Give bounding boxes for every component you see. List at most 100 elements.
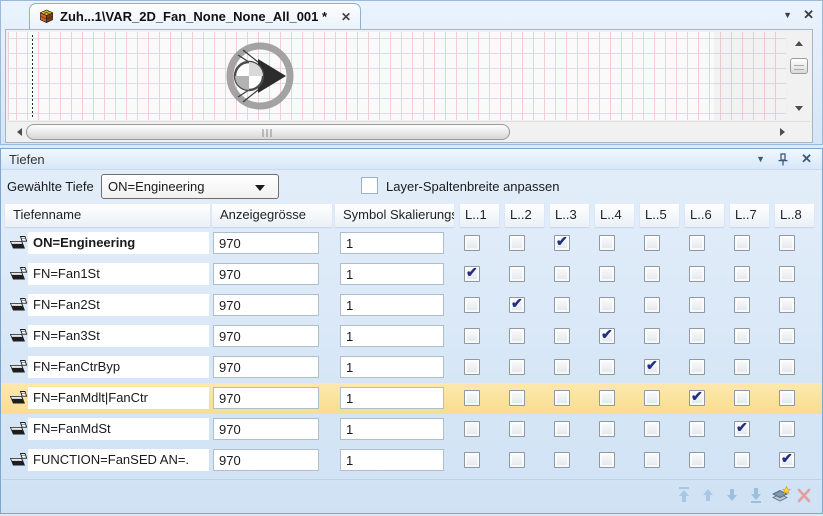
scroll-left-icon[interactable]	[17, 128, 22, 136]
depth-name-field[interactable]: FN=Fan1St	[28, 263, 209, 285]
display-size-input[interactable]: 970	[213, 294, 319, 316]
display-size-input[interactable]: 970	[213, 263, 319, 285]
layer-checkbox-L8[interactable]	[779, 328, 795, 344]
depth-name-field[interactable]: ON=Engineering	[28, 232, 209, 254]
display-size-input[interactable]: 970	[213, 232, 319, 254]
pane-close-icon[interactable]: ✕	[803, 7, 814, 23]
layer-checkbox-L3[interactable]	[554, 328, 570, 344]
move-up-icon[interactable]	[700, 486, 717, 504]
layer-checkbox-L6[interactable]	[689, 235, 705, 251]
symbol-scale-input[interactable]: 1	[340, 294, 444, 316]
depth-name-field[interactable]: FN=FanMdSt	[28, 418, 209, 440]
layer-checkbox-L6[interactable]: ✔	[689, 390, 705, 406]
layer-checkbox-L6[interactable]	[689, 266, 705, 282]
layer-checkbox-L2[interactable]	[509, 359, 525, 375]
layer-checkbox-L5[interactable]	[644, 328, 660, 344]
column-header-L7[interactable]: L..7	[730, 204, 769, 227]
layer-checkbox-L1[interactable]	[464, 452, 480, 468]
symbol-scale-input[interactable]: 1	[340, 356, 444, 378]
symbol-scale-input[interactable]: 1	[340, 325, 444, 347]
layer-checkbox-L6[interactable]	[689, 452, 705, 468]
table-row[interactable]: FN=Fan2St9701✔	[1, 290, 822, 321]
layer-checkbox-L1[interactable]	[464, 297, 480, 313]
layer-checkbox-L5[interactable]	[644, 266, 660, 282]
layer-checkbox-L3[interactable]	[554, 297, 570, 313]
layer-width-checkbox[interactable]	[361, 177, 378, 194]
vertical-scrollbar[interactable]	[788, 32, 810, 120]
fan-symbol[interactable]	[222, 33, 296, 119]
display-size-input[interactable]: 970	[213, 325, 319, 347]
layer-checkbox-L3[interactable]: ✔	[554, 235, 570, 251]
layer-checkbox-L7[interactable]	[734, 266, 750, 282]
move-to-bottom-icon[interactable]	[748, 486, 765, 504]
depth-name-field[interactable]: FN=FanCtrByp	[28, 356, 209, 378]
panel-close-icon[interactable]: ✕	[801, 151, 812, 167]
layer-checkbox-L5[interactable]	[644, 390, 660, 406]
layer-checkbox-L4[interactable]	[599, 390, 615, 406]
layer-checkbox-L4[interactable]	[599, 266, 615, 282]
layer-checkbox-L8[interactable]	[779, 421, 795, 437]
layer-checkbox-L7[interactable]	[734, 235, 750, 251]
depth-name-field[interactable]: FUNCTION=FanSED AN=.	[28, 449, 209, 471]
symbol-scale-input[interactable]: 1	[340, 232, 444, 254]
layer-checkbox-L7[interactable]	[734, 390, 750, 406]
layer-checkbox-L5[interactable]	[644, 235, 660, 251]
layer-checkbox-L2[interactable]	[509, 390, 525, 406]
layer-checkbox-L8[interactable]	[779, 297, 795, 313]
table-row[interactable]: FN=FanMdlt|FanCtr9701✔	[1, 383, 822, 414]
layer-checkbox-L4[interactable]	[599, 297, 615, 313]
layer-checkbox-L7[interactable]: ✔	[734, 421, 750, 437]
layer-checkbox-L6[interactable]	[689, 328, 705, 344]
drawing-canvas[interactable]	[5, 29, 813, 143]
table-row[interactable]: FN=Fan1St970 1 ✔	[1, 259, 822, 290]
horizontal-scroll-thumb[interactable]	[26, 124, 510, 140]
layer-checkbox-L5[interactable]	[644, 452, 660, 468]
table-row[interactable]: ON=Engineering970 1 ✔	[1, 228, 822, 259]
vertical-scroll-thumb[interactable]	[790, 58, 808, 74]
layer-checkbox-L1[interactable]	[464, 390, 480, 406]
delete-icon[interactable]	[796, 486, 813, 504]
layer-checkbox-L8[interactable]: ✔	[779, 452, 795, 468]
layer-checkbox-L4[interactable]	[599, 235, 615, 251]
layer-checkbox-L6[interactable]	[689, 421, 705, 437]
layer-checkbox-L1[interactable]	[464, 235, 480, 251]
layer-checkbox-L2[interactable]	[509, 421, 525, 437]
depth-name-field[interactable]: FN=FanMdlt|FanCtr	[28, 387, 209, 409]
layer-checkbox-L3[interactable]	[554, 266, 570, 282]
column-header-L5[interactable]: L..5	[640, 204, 679, 227]
layer-checkbox-L8[interactable]	[779, 359, 795, 375]
layer-checkbox-L4[interactable]	[599, 421, 615, 437]
pin-icon[interactable]	[777, 153, 789, 166]
scroll-down-icon[interactable]	[795, 106, 803, 111]
move-down-icon[interactable]	[724, 486, 741, 504]
layer-checkbox-L8[interactable]	[779, 235, 795, 251]
pane-menu-icon[interactable]: ▼	[783, 10, 792, 20]
layer-checkbox-L5[interactable]	[644, 297, 660, 313]
column-header-L2[interactable]: L..2	[505, 204, 544, 227]
display-size-input[interactable]: 970	[213, 449, 319, 471]
layer-checkbox-L2[interactable]	[509, 266, 525, 282]
column-header-L6[interactable]: L..6	[685, 204, 724, 227]
scroll-up-icon[interactable]	[795, 41, 803, 46]
layer-checkbox-L3[interactable]	[554, 390, 570, 406]
layer-checkbox-L2[interactable]	[509, 328, 525, 344]
layer-checkbox-L1[interactable]: ✔	[464, 266, 480, 282]
symbol-scale-input[interactable]: 1	[340, 418, 444, 440]
layer-checkbox-L6[interactable]	[689, 297, 705, 313]
column-header-symbol-skalierung[interactable]: Symbol Skalierungsf	[335, 204, 454, 227]
column-header-tiefenname[interactable]: Tiefenname	[5, 204, 210, 227]
column-header-anzeigegroesse[interactable]: Anzeigegrösse	[212, 204, 332, 227]
layer-checkbox-L4[interactable]	[599, 452, 615, 468]
depth-name-field[interactable]: FN=Fan3St	[28, 325, 209, 347]
table-row[interactable]: FN=FanCtrByp9701✔	[1, 352, 822, 383]
layer-checkbox-L4[interactable]: ✔	[599, 328, 615, 344]
layer-checkbox-L5[interactable]: ✔	[644, 359, 660, 375]
symbol-scale-input[interactable]: 1	[340, 263, 444, 285]
grid-area[interactable]	[8, 32, 786, 120]
layer-checkbox-L7[interactable]	[734, 328, 750, 344]
display-size-input[interactable]: 970	[213, 387, 319, 409]
layer-checkbox-L2[interactable]	[509, 452, 525, 468]
move-to-top-icon[interactable]	[676, 486, 693, 504]
depth-name-field[interactable]: FN=Fan2St	[28, 294, 209, 316]
layer-checkbox-L8[interactable]	[779, 266, 795, 282]
